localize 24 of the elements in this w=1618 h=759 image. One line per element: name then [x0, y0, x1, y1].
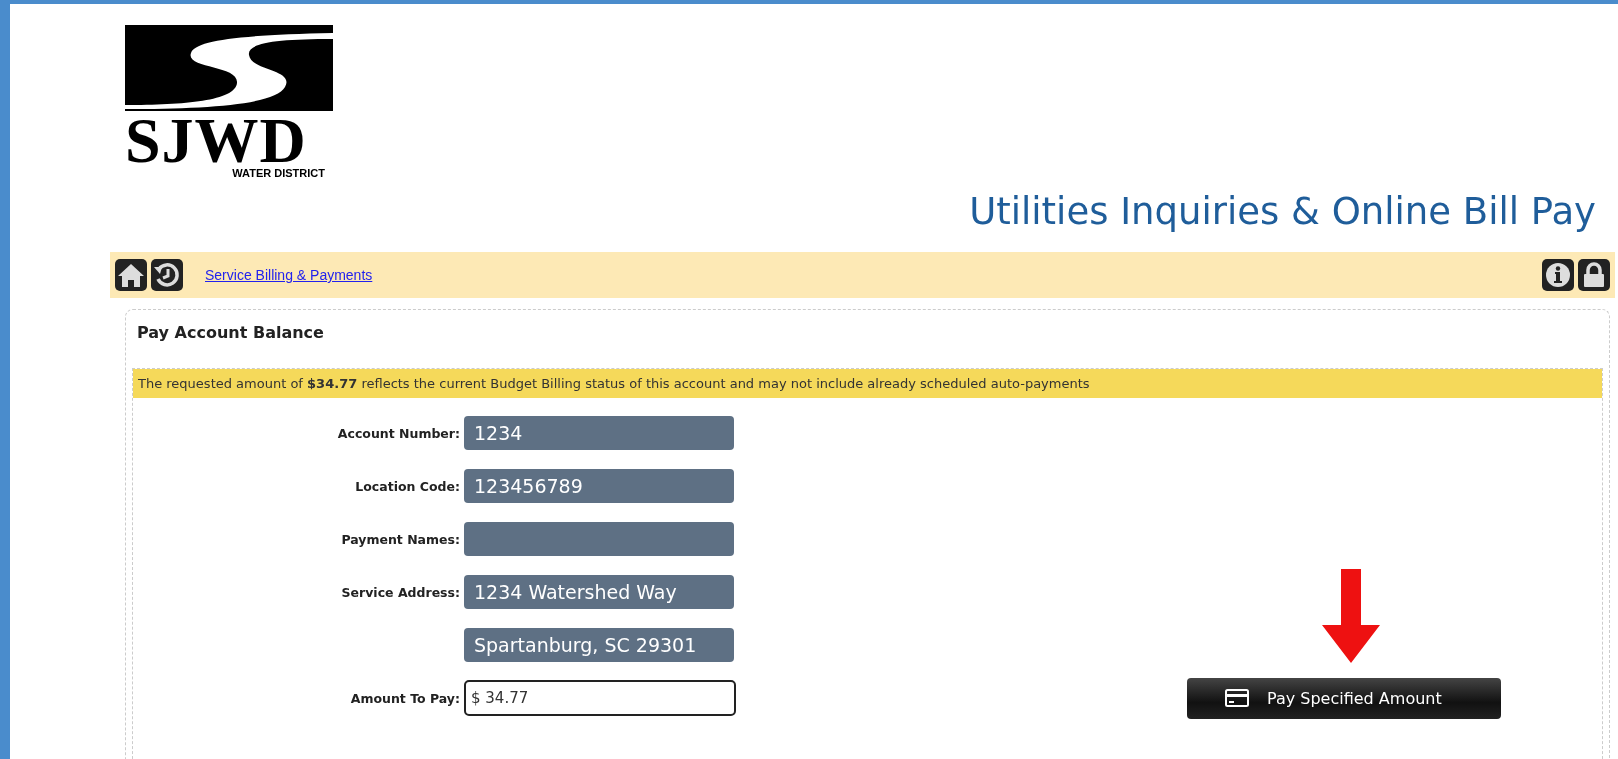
logo-letters: SJWD: [125, 115, 307, 167]
credit-card-icon: [1225, 689, 1249, 707]
lock-icon[interactable]: [1578, 259, 1610, 291]
arrow-icon: [1322, 568, 1380, 663]
logo-icon: [125, 25, 333, 111]
readonly-field: 1234 Watershed Way: [464, 575, 734, 609]
field-label: Amount To Pay:: [349, 690, 461, 706]
billing-link[interactable]: Service Billing & Payments: [205, 267, 373, 283]
budget-notice: The requested amount of $34.77 reflects the current Budget Billing status of this account and may not include already scheduled auto-payments: [133, 369, 1602, 398]
page-title: Utilities Inquiries & Online Bill Pay: [969, 189, 1596, 235]
panel-title: Pay Account Balance: [136, 322, 325, 344]
readonly-field: Spartanburg, SC 29301: [464, 628, 734, 662]
amount-field[interactable]: $ 34.77: [464, 680, 736, 716]
readonly-field: 123456789: [464, 469, 734, 503]
field-label: Account Number:: [336, 425, 461, 441]
field-label: Location Code:: [354, 478, 461, 494]
pay-button[interactable]: Pay Specified Amount: [1187, 677, 1501, 719]
info-icon[interactable]: [1542, 259, 1574, 291]
readonly-field: 1234: [464, 416, 734, 450]
field-label: Service Address:: [340, 584, 461, 600]
home-icon[interactable]: [115, 259, 147, 291]
field-label: Payment Names:: [340, 531, 461, 547]
logo-subtitle: WATER DISTRICT: [232, 167, 325, 180]
history-icon[interactable]: [151, 259, 183, 291]
